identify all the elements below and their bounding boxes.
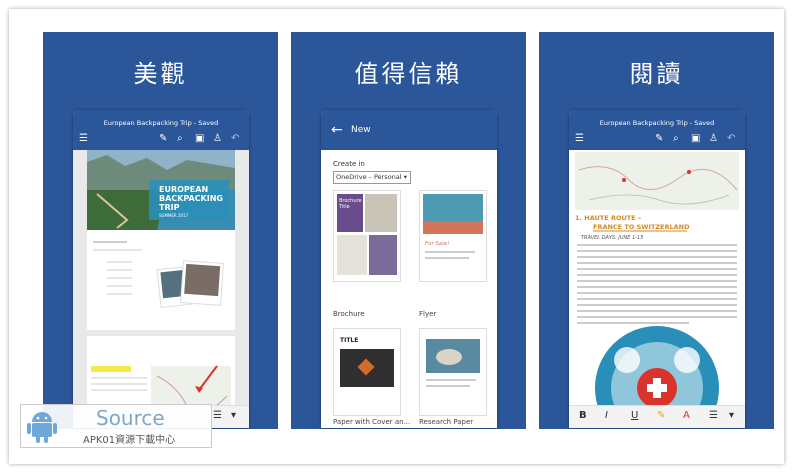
template-label-brochure: Brochure: [333, 310, 365, 318]
chevron-down-icon: ▾: [403, 173, 407, 181]
undo-icon[interactable]: ↶: [727, 132, 735, 146]
format-bar: B I U ✎ A ☰ ▾: [569, 405, 745, 428]
create-in-label: Create in: [333, 160, 365, 168]
list-icon[interactable]: ☰: [213, 410, 222, 421]
reading-view-icon[interactable]: ▣: [691, 132, 700, 146]
pen-icon[interactable]: ✎: [159, 132, 167, 146]
italic-button[interactable]: I: [605, 410, 608, 421]
phone-screen: European Backpacking Trip - Saved ☰ ✎ ⌕ …: [569, 110, 745, 428]
template-brochure[interactable]: Brochure Title: [333, 190, 401, 282]
template-label-flyer: Flyer: [419, 310, 437, 318]
document-canvas[interactable]: 1. HAUTE ROUTE – FRANCE TO SWITZERLAND T…: [569, 150, 745, 428]
watermark: Source APK01資源下載中心: [20, 404, 212, 448]
toolbar: ☰ ✎ ⌕ ▣ ♙ ↶: [73, 132, 249, 146]
toolbar: ☰ ✎ ⌕ ▣ ♙ ↶: [569, 132, 745, 146]
menu-icon[interactable]: ☰: [575, 132, 584, 146]
android-icon: [27, 412, 57, 443]
cover-title-2: BACKPACKING: [159, 194, 223, 203]
cover-title-3: TRIP: [159, 203, 180, 212]
template-label-research-paper: Research Paper: [419, 418, 474, 426]
share-icon[interactable]: ♙: [213, 132, 222, 146]
doc-title: European Backpacking Trip - Saved: [599, 119, 715, 127]
underline-button[interactable]: U: [631, 410, 638, 421]
template-research-paper[interactable]: [419, 328, 487, 416]
template-flyer[interactable]: For Sale!: [419, 190, 487, 282]
watermark-subtitle: APK01資源下載中心: [83, 435, 176, 446]
pen-icon[interactable]: ✎: [655, 132, 663, 146]
undo-icon[interactable]: ↶: [231, 132, 239, 146]
reading-page: 1. HAUTE ROUTE – FRANCE TO SWITZERLAND T…: [575, 152, 739, 428]
cover-image: EUROPEAN BACKPACKING TRIP SUMMER 2017: [87, 150, 235, 309]
panel-title: 美觀: [133, 60, 188, 88]
watermark-source: Source: [96, 406, 165, 430]
cover-subtitle: SUMMER 2017: [159, 213, 189, 218]
more-icon[interactable]: ▾: [231, 410, 236, 421]
reading-view-icon[interactable]: ▣: [195, 132, 204, 146]
new-title: New: [351, 125, 371, 135]
list-icon[interactable]: ☰: [709, 410, 718, 421]
paper-title: TITLE: [340, 337, 359, 344]
doc-titlebar: European Backpacking Trip - Saved ☰ ✎ ⌕ …: [569, 110, 745, 150]
location-value: OneDrive – Personal: [336, 173, 402, 181]
doc-title: European Backpacking Trip - Saved: [103, 119, 219, 127]
section-heading-1: 1. HAUTE ROUTE –: [575, 214, 641, 222]
phone-screen: ← New Create in OneDrive – Personal ▾ Br…: [321, 110, 497, 428]
highlight-icon[interactable]: ✎: [657, 410, 665, 421]
phone-screen: European Backpacking Trip - Saved ☰ ✎ ⌕ …: [73, 110, 249, 428]
more-icon[interactable]: ▾: [729, 410, 734, 421]
panel-trustworthy: 值得信賴 ← New Create in OneDrive – Personal…: [291, 32, 526, 429]
doc-page-1: EUROPEAN BACKPACKING TRIP SUMMER 2017: [87, 150, 235, 330]
back-arrow-icon[interactable]: ←: [331, 122, 343, 138]
search-icon[interactable]: ⌕: [673, 132, 679, 146]
panel-reading: 閱讀 European Backpacking Trip - Saved ☰ ✎…: [539, 32, 774, 429]
template-label-paper-cover: Paper with Cover an...: [333, 418, 411, 426]
search-icon[interactable]: ⌕: [177, 132, 183, 146]
panel-title: 閱讀: [629, 60, 684, 88]
panel-title: 值得信賴: [354, 60, 463, 88]
document-canvas[interactable]: EUROPEAN BACKPACKING TRIP SUMMER 2017 ☰ …: [73, 150, 249, 428]
brochure-title: Brochure Title: [339, 198, 362, 210]
location-select[interactable]: OneDrive – Personal ▾: [333, 171, 411, 184]
share-icon[interactable]: ♙: [709, 132, 718, 146]
font-color-icon[interactable]: A: [683, 410, 690, 421]
travel-days: TRAVEL DAYS: JUNE 1-15: [581, 235, 643, 241]
doc-titlebar: European Backpacking Trip - Saved ☰ ✎ ⌕ …: [73, 110, 249, 150]
cover-title-1: EUROPEAN: [159, 185, 208, 194]
flyer-title: For Sale!: [425, 241, 450, 247]
new-doc-header: ← New: [321, 110, 497, 150]
bold-button[interactable]: B: [579, 410, 587, 421]
menu-icon[interactable]: ☰: [79, 132, 88, 146]
panel-beautiful: 美觀 European Backpacking Trip - Saved ☰ ✎…: [43, 32, 278, 429]
section-heading-2: FRANCE TO SWITZERLAND: [593, 223, 690, 231]
template-paper-cover[interactable]: TITLE: [333, 328, 401, 416]
